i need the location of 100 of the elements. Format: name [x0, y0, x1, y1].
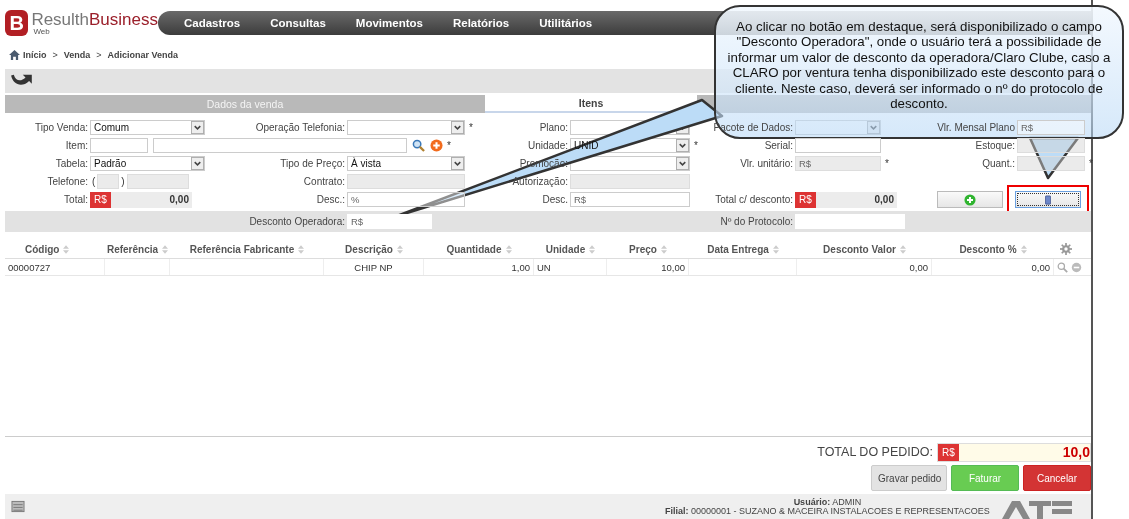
branch-info: Filial: 00000001 - SUZANO & MACEIRA INSTALACOES E REPRESENTACOES: [665, 507, 990, 516]
field-label: Desconto Operadora:: [248, 216, 346, 227]
parenthesis: (: [92, 176, 96, 187]
table-cell: CHIP NP: [354, 261, 393, 273]
dropdown[interactable]: À vista: [347, 156, 465, 171]
logo-mark: B: [5, 10, 29, 36]
amount-field: R$ 0,00: [90, 191, 192, 208]
field-label: Tabela:: [54, 158, 89, 169]
sort-icon: [298, 244, 305, 254]
sort-icon: [660, 244, 667, 254]
discount-button[interactable]: [1015, 191, 1081, 208]
column-header[interactable]: Referência: [105, 243, 170, 255]
action-button[interactable]: Cancelar: [1023, 465, 1091, 491]
total-field: R$ 10,0: [937, 442, 1091, 462]
plus-icon: [964, 193, 976, 206]
column-header[interactable]: Código: [5, 243, 105, 255]
field-label: Contrato:: [302, 176, 346, 187]
breadcrumb-link[interactable]: Adicionar Venda: [107, 50, 179, 60]
breadcrumb-link[interactable]: Venda: [63, 50, 91, 60]
remove-icon[interactable]: [1071, 261, 1082, 273]
currency-badge: R$: [795, 191, 816, 208]
search-icon[interactable]: [1057, 261, 1068, 273]
chevron-down-icon: [451, 121, 464, 134]
area-code-field[interactable]: [97, 174, 120, 189]
action-button[interactable]: Gravar pedido: [871, 465, 947, 491]
sort-icon: [589, 244, 596, 254]
column-header[interactable]: Preço: [607, 243, 689, 255]
sort-icon: [505, 244, 512, 254]
add-item-button[interactable]: [937, 191, 1003, 208]
menu-item[interactable]: Utilitários: [539, 17, 593, 29]
input-field[interactable]: [153, 138, 407, 153]
chevron-down-icon: [191, 121, 204, 134]
dropdown[interactable]: Comum: [90, 120, 205, 135]
table-cell: 1,00: [511, 261, 530, 273]
dropdown[interactable]: [570, 156, 690, 171]
field-label: Autorização:: [511, 176, 569, 187]
sort-icon: [899, 244, 906, 254]
user-info: Usuário: ADMIN: [793, 498, 862, 507]
dropdown[interactable]: Padrão: [90, 156, 205, 171]
total-label: TOTAL DO PEDIDO:: [817, 445, 933, 459]
sort-icon: [63, 244, 70, 254]
table-cell: 0,00: [1031, 261, 1050, 273]
column-header[interactable]: Unidade: [534, 243, 607, 255]
parenthesis: ): [121, 176, 125, 187]
column-header[interactable]: Quantidade: [424, 243, 534, 255]
breadcrumb-separator: >: [96, 50, 102, 60]
column-header[interactable]: Desconto Valor: [797, 243, 932, 255]
logo-wordmark: ResulthBusiness: [31, 10, 158, 28]
field-label: Desc.: [541, 194, 569, 205]
field-label: Telefone:: [46, 176, 89, 187]
field-label: Vlr. unitário:: [739, 158, 794, 169]
required-mark: *: [469, 122, 473, 133]
field-label: Total c/ desconto:: [714, 194, 794, 205]
sort-icon: [772, 244, 779, 254]
required-mark: *: [1089, 158, 1093, 169]
table-cell: 0,00: [909, 261, 928, 273]
menu-item[interactable]: Relatórios: [452, 17, 510, 29]
currency-badge: R$: [938, 443, 959, 461]
currency-badge: R$: [90, 191, 111, 208]
field-label: Quant.:: [981, 158, 1016, 169]
sort-icon: [162, 244, 169, 254]
input-field[interactable]: R$: [570, 192, 690, 207]
field-label: Serial:: [763, 140, 794, 151]
field-label: Tipo de Preço:: [279, 158, 346, 169]
home-icon: [9, 50, 20, 60]
logo-subtitle: Web: [33, 27, 51, 36]
menu-item[interactable]: Cadastros: [184, 17, 241, 29]
column-header[interactable]: Desconto %: [932, 243, 1054, 255]
chevron-down-icon: [451, 157, 464, 170]
field-label: Estoque:: [974, 140, 1016, 151]
column-header[interactable]: Referência Fabricante: [170, 243, 324, 255]
settings-icon[interactable]: [1060, 243, 1072, 255]
callout-text: Ao clicar no botão em destaque, será disponibilizado o campo "Desconto Operadora", onde o usuário terá a possibilidade de informar um valor de desconto da operadora/Claro Clube, caso a CLARO por ventura tenha disponibilizado este desconto para o cliente. Neste caso, deverá ser informado o nº do protocolo de desconto.: [727, 19, 1111, 112]
phone-icon: [1045, 194, 1051, 205]
search-icon[interactable]: [412, 139, 425, 152]
field-label: Nº do Protocolo:: [719, 216, 794, 227]
field-label: Vlr. Mensal Plano: [936, 122, 1016, 133]
input-field[interactable]: [90, 138, 148, 153]
required-mark: *: [885, 158, 889, 169]
menu-item[interactable]: Consultas: [270, 17, 326, 29]
field-label: Plano:: [538, 122, 569, 133]
column-header[interactable]: Descrição: [324, 243, 424, 255]
field-label: Unidade:: [526, 140, 569, 151]
keyboard-icon[interactable]: [11, 500, 25, 513]
chevron-down-icon: [191, 157, 204, 170]
field-label: Desc.:: [315, 194, 346, 205]
breadcrumb-separator: >: [52, 50, 58, 60]
breadcrumb-link[interactable]: Início: [23, 50, 47, 60]
add-icon[interactable]: [430, 139, 443, 152]
field-label: Tipo Venda:: [34, 122, 89, 133]
chevron-down-icon: [676, 139, 689, 152]
menu-item[interactable]: Movimentos: [355, 17, 423, 29]
column-header[interactable]: Data Entrega: [689, 243, 797, 255]
field-label: Operação Telefonia:: [254, 122, 346, 133]
table-cell: 10,00: [661, 261, 685, 273]
chevron-down-icon: [676, 157, 689, 170]
sort-icon: [1020, 244, 1027, 254]
required-mark: *: [694, 140, 698, 151]
field-label: Item:: [64, 140, 89, 151]
table-cell: UN: [537, 261, 551, 273]
